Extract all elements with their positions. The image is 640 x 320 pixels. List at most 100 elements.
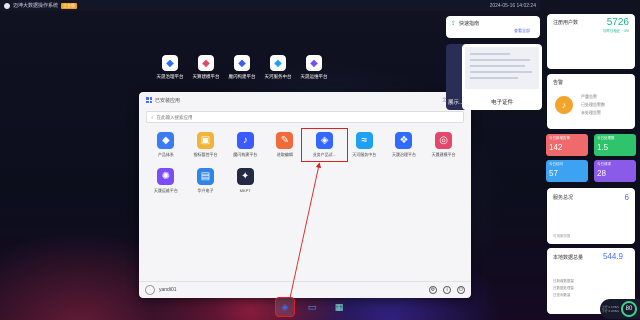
data-line: 日查询数量: [553, 293, 571, 297]
window-thumbnail[interactable]: 电子证件: [462, 44, 542, 110]
stat-tile: 今日处理数 1.5: [594, 134, 636, 156]
data-line: 日新增数据量: [553, 279, 574, 283]
edition-badge: 企业版: [61, 2, 78, 9]
app-tile[interactable]: ◆ 产品体系: [146, 132, 186, 158]
app-label: 天晟运维平台: [153, 188, 178, 193]
info-icon[interactable]: i: [443, 286, 451, 294]
start-menu: 已安装应用 全部应用 > ⌕ ◆ 产品体系 ▣ 指标管控平台 ♪ 魔闪构建平台 ✎ 进取编辑 ◈…: [139, 92, 471, 298]
apps-grid-icon: [146, 97, 152, 103]
app-search-input[interactable]: [156, 114, 459, 120]
start-menu-header: 已安装应用 全部应用 >: [139, 92, 471, 108]
stat-tile: 今日请求 28: [594, 160, 636, 182]
governance-icon: ❖: [395, 132, 413, 149]
thumbnail-caption: 电子证件: [490, 100, 513, 106]
ops-icon: ✺: [157, 168, 175, 185]
desktop-icon[interactable]: ◆ 天河服务中台: [263, 55, 293, 80]
performance-widget[interactable]: 上行 0.1KB/s 下行 0.2KB/s 80: [600, 299, 640, 319]
desktop-icon[interactable]: ◆ 魔闪构建平台: [227, 55, 257, 80]
quick-start-widget[interactable]: ⇪ 快速指南 查看全部: [446, 16, 540, 38]
upload-icon: ⇪: [451, 21, 457, 27]
installed-apps-title: 已安装应用: [155, 97, 181, 104]
build-icon: ◆: [234, 55, 250, 71]
desktop-icon[interactable]: ◆ 天晟治理平台: [155, 55, 185, 80]
data-line: 日数据处理量: [553, 286, 574, 290]
app-tile[interactable]: ▣ 指标管控平台: [186, 132, 226, 158]
file-icon: ▤: [197, 168, 215, 185]
taskbar-file-manager[interactable]: ▭: [303, 298, 321, 316]
app-tile[interactable]: ✎ 进取编辑: [265, 132, 305, 158]
services-value: 6: [624, 193, 629, 202]
app-label: 进取编辑: [276, 152, 293, 157]
tile-value: 142: [549, 143, 563, 152]
app-tile[interactable]: ✺ 天晟运维平台: [146, 168, 186, 194]
top-bar: 迈坤大数据操作系统 企业版 2024-05-16 14:02:24: [0, 0, 540, 11]
bell-icon: ♪: [555, 96, 573, 114]
stat-tile: 今日访问 57: [546, 160, 588, 182]
app-tile[interactable]: ♪ 魔闪构建平台: [225, 132, 265, 158]
app-tile[interactable]: ✦ MKPT: [225, 168, 265, 194]
username: yandi01: [159, 287, 177, 293]
app-tile[interactable]: ≈ 天河服务中台: [344, 132, 384, 158]
users-sub: 与昨日相比 ↑ 3%: [602, 29, 629, 33]
taskbar-app-trial[interactable]: ◈: [275, 297, 295, 317]
build-icon: ♪: [236, 132, 254, 149]
net-down: 下行 0.2KB/s: [601, 309, 619, 313]
power-icon[interactable]: ⏻: [457, 286, 465, 294]
app-grid: ◆ 产品体系 ▣ 指标管控平台 ♪ 魔闪构建平台 ✎ 进取编辑 ◈ 业务产品试… ≈ 天河服务中台 ❖ 天…: [146, 128, 464, 194]
tile-value: 57: [549, 169, 558, 178]
app-tile[interactable]: ◈ 业务产品试…: [300, 128, 349, 162]
users-value: 5726: [606, 17, 629, 28]
app-search-box[interactable]: ⌕: [146, 111, 464, 123]
desktop-icon-label: 魔闪构建平台: [228, 74, 256, 79]
desktop-icon-label: 天晟运维平台: [300, 74, 328, 79]
tile-label: 今日处理数: [597, 136, 615, 140]
data-value: 544.9: [602, 252, 623, 261]
data-title: 本地数据总量: [553, 255, 584, 261]
desktop-icons: ◆ 天晟治理平台 ◆ 天算建模平台 ◆ 魔闪构建平台 ◆ 天河服务中台 ◆ 天晟运维平台: [155, 55, 329, 80]
desktop-icon-label: 天河服务中台: [264, 74, 292, 79]
users-title: 注册用户数: [553, 20, 579, 26]
metric-icon: ▣: [197, 132, 215, 149]
modeling-icon: ◎: [435, 132, 453, 149]
app-label: 华兴电子: [197, 188, 214, 193]
tile-label: 今日访问: [549, 162, 563, 166]
os-title: 迈坤大数据操作系统: [13, 3, 59, 9]
app-label: 天河服务中台: [352, 152, 377, 157]
desktop-icon[interactable]: ◆ 天算建模平台: [191, 55, 221, 80]
tile-value: 28: [597, 169, 606, 178]
app-tile[interactable]: ▤ 华兴电子: [186, 168, 226, 194]
ops-icon: ◆: [306, 55, 322, 71]
tile-label: 今日新增告警: [549, 136, 570, 140]
desktop-background: 迈坤大数据操作系统 企业版 2024-05-16 14:02:24 ◆ 天晟治理平…: [0, 0, 640, 320]
start-menu-footer: yandi01 ⚙ i ⏻: [139, 281, 471, 298]
registered-users-card: 注册用户数 5726 与昨日相比 ↑ 3%: [547, 14, 635, 69]
search-icon: ⌕: [151, 114, 154, 120]
app-tile[interactable]: ◎ 天晟建模平台: [424, 132, 464, 158]
service-icon: ◆: [270, 55, 286, 71]
quick-start-title: 快速指南: [459, 21, 480, 27]
app-tile[interactable]: ❖ 天晟治理平台: [384, 132, 424, 158]
app-label: 业务产品试…: [312, 152, 337, 157]
alert-line: 严重告警: [581, 94, 597, 99]
editor-icon: ✎: [276, 132, 294, 149]
taskbar-chat[interactable]: ▦: [330, 298, 348, 316]
app-label: MKPT: [239, 188, 251, 193]
clock: 2024-05-16 14:02:24: [489, 2, 536, 9]
user-avatar[interactable]: [145, 285, 155, 295]
app-label: 魔闪构建平台: [233, 152, 258, 157]
desktop-icon-label: 天晟治理平台: [156, 74, 184, 79]
app-label: 指标管控平台: [193, 152, 218, 157]
stat-tile: 今日新增告警 142: [546, 134, 588, 156]
settings-icon[interactable]: ⚙: [429, 286, 437, 294]
quick-start-more[interactable]: 查看全部: [514, 28, 530, 34]
desktop-icon-label: 天算建模平台: [192, 74, 220, 79]
modeling-icon: ◆: [198, 55, 214, 71]
product-icon: ◆: [157, 132, 175, 149]
mkpt-icon: ✦: [236, 168, 254, 185]
taskbar: ◈ ▭ ▦: [275, 297, 348, 317]
services-sub: 可用服务数: [553, 234, 571, 238]
desktop-icon[interactable]: ◆ 天晟运维平台: [299, 55, 329, 80]
tile-value: 1.5: [597, 143, 609, 152]
governance-icon: ◆: [162, 55, 178, 71]
services-title: 服务总况: [553, 195, 574, 201]
